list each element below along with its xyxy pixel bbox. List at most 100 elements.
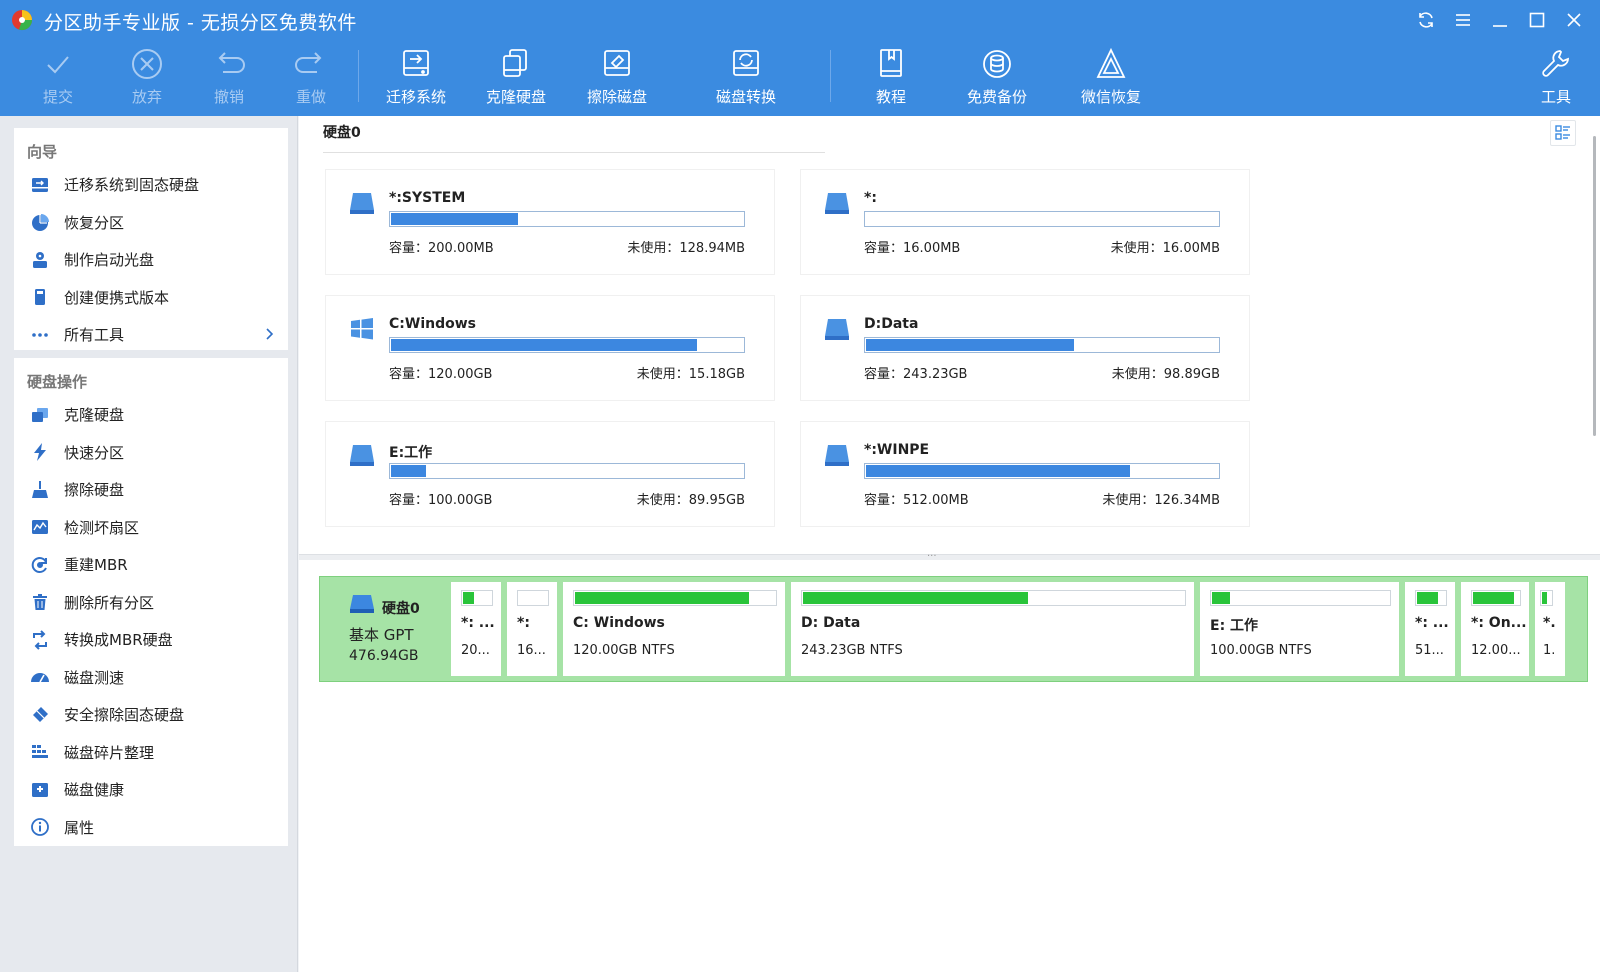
defrag-icon bbox=[32, 745, 48, 759]
partition-card[interactable]: D:Data 容量：243.23GB 未使用：98.89GB bbox=[801, 296, 1249, 400]
sidebar-item-label: 所有工具 bbox=[64, 326, 125, 345]
partition-name: *:SYSTEM bbox=[389, 190, 466, 206]
partition-free: 未使用：128.94MB bbox=[627, 241, 745, 256]
commit-button[interactable]: 提交 bbox=[13, 46, 103, 110]
partition-card[interactable]: *: 容量：16.00MB 未使用：16.00MB bbox=[801, 170, 1249, 274]
segment-label: E: 工作 bbox=[1210, 618, 1259, 634]
partition-segment[interactable]: *: On... 12.00... bbox=[1461, 582, 1529, 676]
sidebar-item-portable[interactable]: 创建便携式版本 bbox=[14, 279, 288, 317]
disk-convert-icon bbox=[733, 50, 759, 76]
segment-bar bbox=[517, 590, 549, 606]
sidebar-item-properties[interactable]: 属性 bbox=[14, 809, 288, 847]
segment-label: C: Windows bbox=[573, 615, 665, 631]
sidebar-item-clone-disk[interactable]: 克隆硬盘 bbox=[14, 396, 288, 434]
segment-bar bbox=[1540, 590, 1553, 606]
windows-icon bbox=[351, 318, 373, 340]
discard-label: 放弃 bbox=[131, 88, 162, 106]
partition-segment[interactable]: *: 16... bbox=[507, 582, 557, 676]
sidebar-item-label: 磁盘测速 bbox=[64, 668, 125, 687]
refresh-button[interactable] bbox=[1407, 6, 1444, 34]
sidebar-item-label: 擦除硬盘 bbox=[64, 481, 125, 500]
undo-button[interactable]: 撤销 bbox=[184, 46, 274, 110]
disk-info[interactable]: 硬盘0 基本 GPT 476.94GB bbox=[322, 579, 447, 679]
toolbar-separator bbox=[830, 50, 831, 102]
partition-segment[interactable]: C: Windows 120.00GB NTFS bbox=[563, 582, 785, 676]
sidebar-item-defrag[interactable]: 磁盘碎片整理 bbox=[14, 734, 288, 772]
cancel-circle-icon bbox=[132, 49, 162, 79]
menu-button[interactable] bbox=[1444, 6, 1481, 34]
disk-operations-title: 硬盘操作 bbox=[27, 373, 88, 391]
sidebar-item-disk-health[interactable]: 磁盘健康 bbox=[14, 771, 288, 809]
sidebar-item-migrate-ssd[interactable]: 迁移系统到固态硬盘 bbox=[14, 166, 288, 204]
partition-free: 未使用：16.00MB bbox=[1110, 241, 1220, 256]
sidebar-item-delete-all[interactable]: 删除所有分区 bbox=[14, 584, 288, 622]
sidebar-item-check-bad-sectors[interactable]: 检测坏扇区 bbox=[14, 509, 288, 547]
usage-bar bbox=[864, 463, 1220, 479]
disk-map-row[interactable]: 硬盘0 基本 GPT 476.94GB *: ... 20... *: 16..… bbox=[319, 576, 1588, 682]
disk-convert-button[interactable]: 磁盘转换 bbox=[701, 46, 791, 110]
partition-free: 未使用：89.95GB bbox=[636, 493, 745, 508]
header-divider bbox=[323, 152, 825, 153]
health-icon bbox=[32, 782, 48, 797]
minimize-button[interactable] bbox=[1481, 6, 1518, 34]
sidebar-item-all-tools[interactable]: 所有工具 bbox=[14, 316, 288, 354]
usage-bar-fill bbox=[391, 213, 518, 225]
usage-bar-fill bbox=[866, 465, 1130, 477]
view-toggle-button[interactable] bbox=[1550, 120, 1576, 146]
sidebar-item-convert-mbr[interactable]: 转换成MBR硬盘 bbox=[14, 621, 288, 659]
sidebar-item-label: 属性 bbox=[64, 818, 95, 837]
sidebar-item-boot-disc[interactable]: 制作启动光盘 bbox=[14, 241, 288, 279]
disk-size: 476.94GB bbox=[349, 648, 419, 664]
pane-splitter[interactable]: ··· bbox=[299, 551, 1600, 562]
sidebar-item-label: 快速分区 bbox=[64, 443, 125, 462]
free-backup-button[interactable]: 免费备份 bbox=[952, 46, 1042, 110]
sidebar-item-quick-partition[interactable]: 快速分区 bbox=[14, 434, 288, 472]
sidebar-item-disk-speed[interactable]: 磁盘测速 bbox=[14, 659, 288, 697]
discard-button[interactable]: 放弃 bbox=[102, 46, 192, 110]
segment-label: *: bbox=[517, 615, 530, 631]
sidebar-item-rebuild-mbr[interactable]: 重建MBR bbox=[14, 546, 288, 584]
refresh-icon bbox=[1418, 12, 1433, 28]
partition-card[interactable]: *:SYSTEM 容量：200.00MB 未使用：128.94MB bbox=[326, 170, 774, 274]
partition-segment[interactable]: *: ... 20... bbox=[451, 582, 501, 676]
book-icon bbox=[880, 49, 902, 77]
sidebar-item-wipe-disk[interactable]: 擦除硬盘 bbox=[14, 471, 288, 509]
sidebar: 向导 迁移系统到固态硬盘 恢复分区 制作启动光盘 创建便携式版本 所有工具 硬盘… bbox=[0, 116, 298, 972]
free-backup-label: 免费备份 bbox=[966, 88, 1027, 106]
commit-label: 提交 bbox=[42, 88, 73, 106]
speedometer-icon bbox=[31, 673, 49, 683]
close-button[interactable] bbox=[1555, 6, 1592, 34]
partition-name: *:WINPE bbox=[864, 442, 930, 458]
drive-icon bbox=[825, 319, 849, 340]
migrate-system-button[interactable]: 迁移系统 bbox=[371, 46, 461, 110]
partition-card[interactable]: C:Windows 容量：120.00GB 未使用：15.18GB bbox=[326, 296, 774, 400]
undo-label: 撤销 bbox=[213, 88, 244, 106]
wechat-recovery-button[interactable]: 微信恢复 bbox=[1066, 46, 1156, 110]
scrollbar-thumb[interactable] bbox=[1593, 136, 1596, 436]
usage-bar bbox=[389, 211, 745, 227]
splitter-grip: ··· bbox=[927, 551, 937, 562]
tools-button[interactable]: 工具 bbox=[1516, 46, 1596, 110]
maximize-button[interactable] bbox=[1518, 6, 1555, 34]
segment-info: 20... bbox=[461, 643, 490, 658]
sidebar-item-recover-partition[interactable]: 恢复分区 bbox=[14, 204, 288, 242]
title-toolbar-area: 分区助手专业版 - 无损分区免费软件 提交 放弃 撤销 重做 迁移系统 克隆硬盘… bbox=[0, 0, 1600, 116]
boot-disc-icon bbox=[33, 251, 47, 268]
sector-scan-icon bbox=[32, 520, 48, 535]
partition-card[interactable]: *:WINPE 容量：512.00MB 未使用：126.34MB bbox=[801, 422, 1249, 526]
redo-button[interactable]: 重做 bbox=[266, 46, 356, 110]
wipe-disk-button[interactable]: 擦除磁盘 bbox=[572, 46, 662, 110]
partition-segment[interactable]: *: ... 51... bbox=[1405, 582, 1455, 676]
partition-segment[interactable]: *. 1. bbox=[1535, 582, 1565, 676]
segment-bar bbox=[573, 590, 777, 606]
tutorial-button[interactable]: 教程 bbox=[846, 46, 936, 110]
drive-icon bbox=[350, 595, 374, 613]
wipe-disk-icon bbox=[604, 50, 630, 76]
sidebar-item-secure-erase-ssd[interactable]: 安全擦除固态硬盘 bbox=[14, 696, 288, 734]
partition-segment[interactable]: D: Data 243.23GB NTFS bbox=[791, 582, 1194, 676]
scrollbar[interactable] bbox=[1592, 136, 1598, 436]
convert-icon bbox=[33, 630, 47, 650]
partition-card[interactable]: E:工作 容量：100.00GB 未使用：89.95GB bbox=[326, 422, 774, 526]
partition-segment[interactable]: E: 工作 100.00GB NTFS bbox=[1200, 582, 1399, 676]
clone-disk-button[interactable]: 克隆硬盘 bbox=[471, 46, 561, 110]
